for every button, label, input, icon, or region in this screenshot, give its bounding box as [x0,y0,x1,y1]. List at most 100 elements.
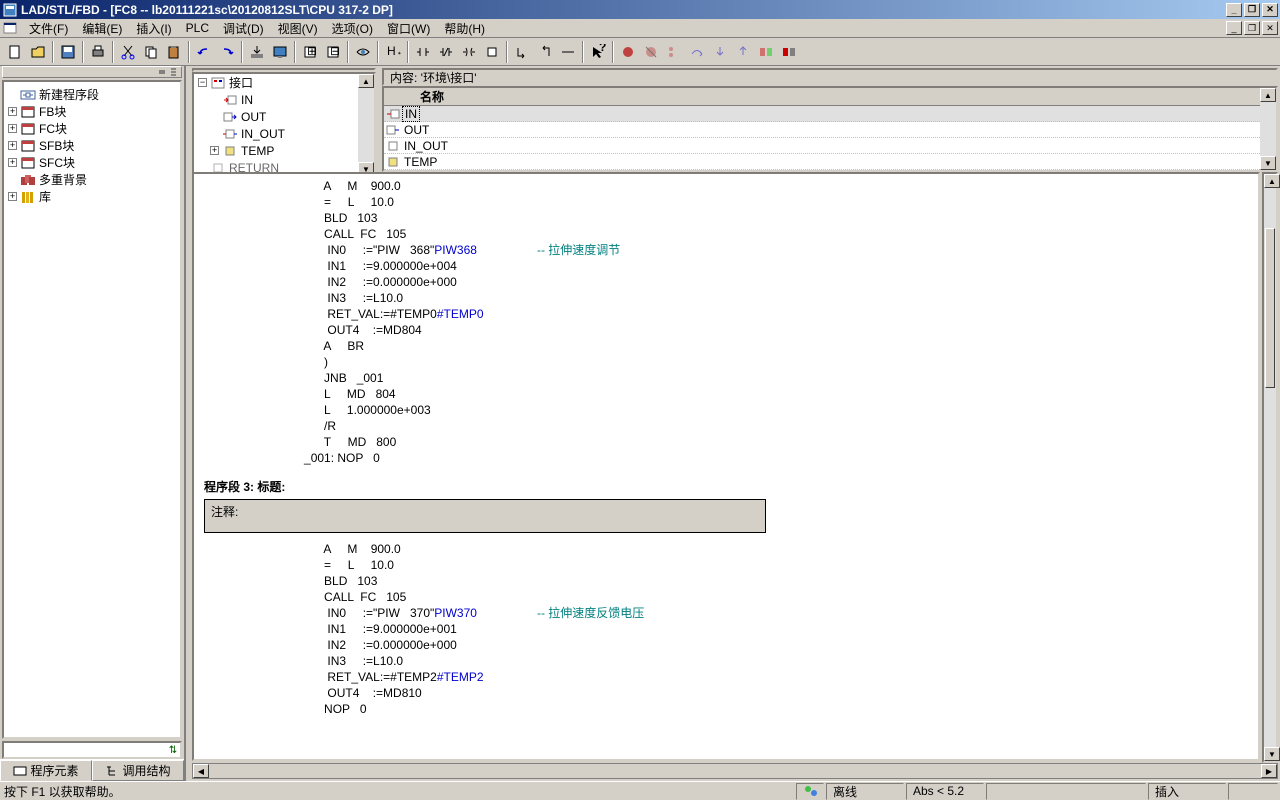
cell-name: TEMP [402,155,437,169]
tree-fc[interactable]: + FC块 [6,120,178,137]
box-button[interactable] [481,41,503,63]
cut-button[interactable] [117,41,139,63]
tree-new-segment[interactable]: 新建程序段 [6,86,178,103]
interface-tree[interactable]: − 接口 IN OUT [194,74,358,176]
expander-icon[interactable]: + [210,146,219,155]
print-button[interactable] [87,41,109,63]
interface-icon [210,76,226,89]
tree-label: 库 [39,188,51,205]
block-icon [20,156,36,169]
mdi-minimize-button[interactable]: _ [1226,21,1242,35]
copy-button[interactable] [140,41,162,63]
branch-open-button[interactable] [511,41,533,63]
menu-options[interactable]: 选项(O) [325,18,380,39]
table-row[interactable]: OUT [384,122,1260,138]
comment-box[interactable]: 注释: [204,499,766,533]
scroll-right-icon[interactable]: ▶ [1261,764,1277,778]
download-button[interactable] [246,41,268,63]
step-out-button[interactable] [732,41,754,63]
svg-text:?: ? [599,44,606,54]
tree-lib[interactable]: + 库 [6,188,178,205]
scrollbar[interactable]: ▲ ▼ [1260,88,1276,170]
tree-sfb[interactable]: + SFB块 [6,137,178,154]
expander-icon[interactable]: + [8,107,17,116]
close-button[interactable]: ✕ [1262,3,1278,17]
tab-callstruct[interactable]: 调用结构 [92,760,184,781]
cell-name[interactable]: IN [402,106,420,122]
contact-nc-button[interactable] [435,41,457,63]
scroll-down-icon[interactable]: ▼ [1260,156,1276,170]
new-button[interactable] [4,41,26,63]
menu-help[interactable]: 帮助(H) [437,18,492,39]
paste-button[interactable] [163,41,185,63]
coil-button[interactable] [458,41,480,63]
table-row[interactable]: IN_OUT [384,138,1260,154]
breakpoint-list-button[interactable] [663,41,685,63]
scroll-up-icon[interactable]: ▲ [358,74,374,88]
interface-splitter[interactable] [376,66,380,168]
minimize-button[interactable]: _ [1226,3,1242,17]
expander-icon[interactable]: + [8,141,17,150]
tree-multibg[interactable]: 多重背景 [6,171,178,188]
scroll-up-icon[interactable]: ▲ [1260,88,1276,102]
collapse-icon[interactable]: − [198,78,207,87]
name-table[interactable]: 名称 IN OUT IN_OUT [384,88,1260,170]
breakpoint-button[interactable] [617,41,639,63]
tree-label: 多重背景 [39,171,87,188]
open-button[interactable] [27,41,49,63]
code-editor[interactable]: A M 900.0 = L 10.0 BLD 103 CALL FC 105 [192,172,1260,761]
branch-close-button[interactable] [534,41,556,63]
scroll-thumb[interactable] [1265,228,1275,388]
step-into-button[interactable] [709,41,731,63]
save-button[interactable] [57,41,79,63]
menu-view[interactable]: 视图(V) [271,18,325,39]
expander-icon[interactable]: + [8,192,17,201]
column-header-name[interactable]: 名称 [420,88,444,105]
svg-text:⊟: ⊟ [330,44,340,58]
tree-label: IN [241,93,253,107]
tree-fb[interactable]: + FB块 [6,103,178,120]
mdi-close-button[interactable]: ✕ [1262,21,1278,35]
help-cursor-button[interactable]: ? [587,41,609,63]
scroll-up-icon[interactable]: ▲ [1264,174,1280,188]
contact-no-button[interactable] [412,41,434,63]
goto-button[interactable]: H↔ [382,41,404,63]
code-scrollbar-v[interactable]: ▲ ▼ [1262,172,1278,763]
reference-button[interactable]: ⊞ [299,41,321,63]
catalog-tree[interactable]: 新建程序段 + FB块 + FC块 + SFB块 [4,82,180,209]
menu-window[interactable]: 窗口(W) [380,18,437,39]
step-over-button[interactable] [686,41,708,63]
monitor-button[interactable] [269,41,291,63]
param-temp-icon [222,144,238,157]
menu-plc[interactable]: PLC [179,19,216,37]
run-button[interactable] [755,41,777,63]
menu-file[interactable]: 文件(F) [22,18,75,39]
stop-button[interactable] [778,41,800,63]
scrollbar[interactable]: ▲ ▼ [358,74,374,176]
mdi-restore-button[interactable]: ❐ [1244,21,1260,35]
breakpoint-clear-button[interactable] [640,41,662,63]
symbol-button[interactable]: ⊟ [322,41,344,63]
status-empty1 [986,783,1146,800]
filter-toggle-icon[interactable]: ⇅ [166,743,180,757]
code-scrollbar-h[interactable]: ◀ ▶ [192,763,1278,779]
tree-sfc[interactable]: + SFC块 [6,154,178,171]
scroll-down-icon[interactable]: ▼ [1264,747,1280,761]
expander-icon[interactable]: + [8,124,17,133]
table-row[interactable]: TEMP [384,154,1260,170]
menu-debug[interactable]: 调试(D) [216,18,271,39]
scroll-left-icon[interactable]: ◀ [193,764,209,778]
display-button[interactable] [352,41,374,63]
expander-icon[interactable]: + [8,158,17,167]
elements-icon [13,765,27,777]
redo-button[interactable] [216,41,238,63]
left-pane-grip[interactable] [2,66,182,78]
segment-icon [20,88,36,101]
table-row[interactable]: IN [384,106,1260,122]
menu-insert[interactable]: 插入(I) [129,18,178,39]
menu-edit[interactable]: 编辑(E) [75,18,129,39]
tab-elements[interactable]: 程序元素 [0,760,92,781]
undo-button[interactable] [193,41,215,63]
connection-button[interactable] [557,41,579,63]
maximize-button[interactable]: ❐ [1244,3,1260,17]
